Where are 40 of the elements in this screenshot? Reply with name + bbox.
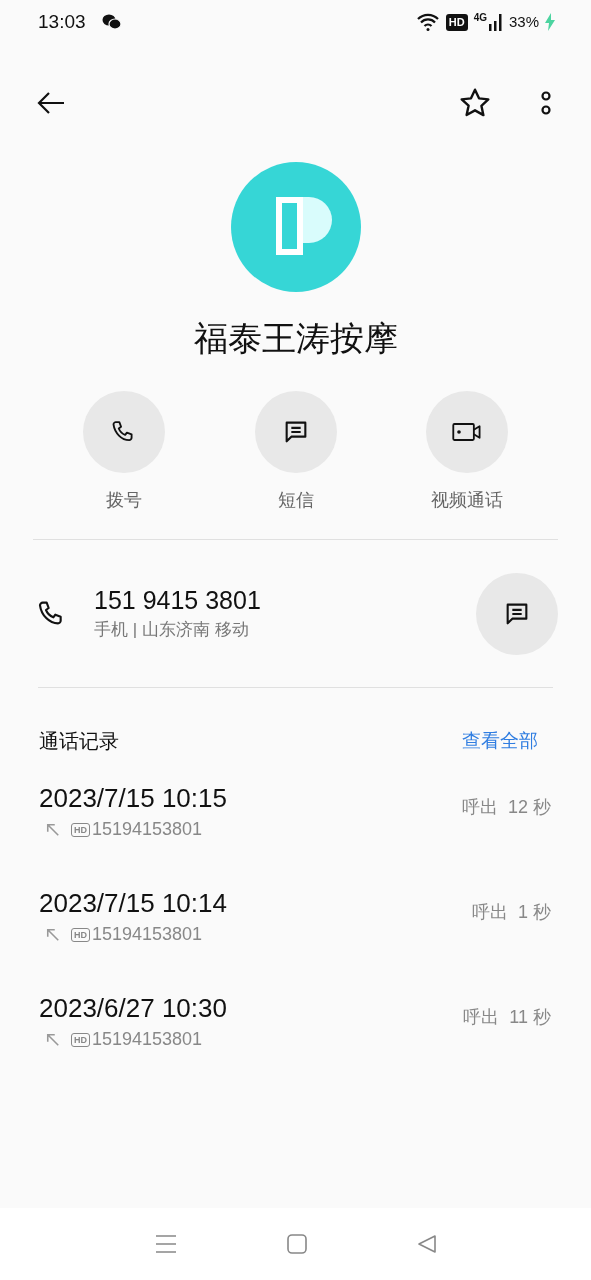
action-label: 拨号 — [106, 489, 142, 512]
more-options-icon[interactable] — [541, 90, 551, 116]
call-datetime: 2023/7/15 10:15 — [39, 782, 227, 814]
outgoing-arrow-icon — [46, 822, 60, 837]
call-duration: 呼出 1 秒 — [472, 901, 551, 924]
contact-avatar-icon — [230, 162, 361, 292]
star-icon[interactable] — [459, 87, 491, 119]
hd-badge: HD — [445, 13, 468, 31]
call-datetime: 2023/6/27 10:30 — [39, 992, 227, 1024]
action-label: 视频通话 — [431, 489, 503, 512]
action-label: 短信 — [277, 489, 314, 512]
chat-bubbles-icon — [101, 13, 122, 31]
network-type: 4G — [473, 12, 487, 23]
hd-badge: HD — [71, 822, 90, 837]
outgoing-arrow-icon — [46, 927, 60, 942]
section-title: 通话记录 — [39, 729, 119, 754]
view-all-link[interactable]: 查看全部 — [462, 726, 538, 756]
wifi-icon — [415, 12, 440, 32]
home-square-icon[interactable] — [286, 1234, 307, 1254]
back-triangle-icon[interactable] — [416, 1234, 437, 1254]
contact-name: 福泰王涛按摩 — [193, 317, 398, 360]
hd-badge: HD — [71, 1032, 90, 1047]
signal-icon — [488, 13, 503, 31]
phone-detail: 手机 | 山东济南 移动 — [94, 619, 250, 642]
call-log-entry[interactable]: 2023/7/15 10:15 HD 15194153801 呼出 12 秒 — [0, 782, 591, 887]
battery-percent: 33% — [508, 11, 539, 32]
call-duration: 呼出 12 秒 — [461, 796, 551, 819]
call-log-entry[interactable]: 2023/7/15 10:14 HD 15194153801 呼出 1 秒 — [0, 887, 591, 992]
outgoing-arrow-icon — [46, 1032, 60, 1047]
call-duration: 呼出 11 秒 — [463, 1006, 551, 1029]
charging-bolt-icon — [545, 13, 555, 31]
call-log-entry[interactable]: 2023/6/27 10:30 HD 15194153801 呼出 11 秒 — [0, 992, 591, 1097]
call-datetime: 2023/7/15 10:14 — [39, 887, 227, 919]
status-time: 13:03 — [38, 9, 86, 34]
back-arrow-icon[interactable] — [36, 91, 66, 115]
phone-number: 151 9415 3801 — [94, 585, 262, 616]
call-number: 15194153801 — [92, 1028, 203, 1051]
call-number: 15194153801 — [92, 923, 203, 946]
call-number: 15194153801 — [92, 818, 203, 841]
hd-badge: HD — [71, 927, 90, 942]
